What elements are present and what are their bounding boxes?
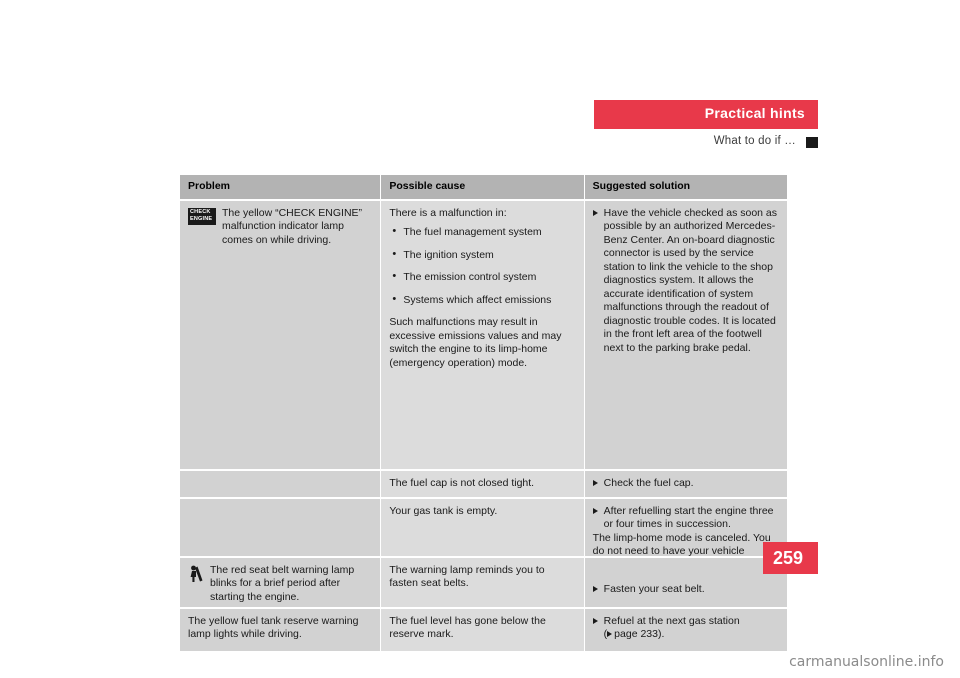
column-header-suggested-solution: Suggested solution [584,175,787,199]
problem-cell [180,498,381,556]
manual-page: Practical hints What to do if … Problem … [0,0,960,678]
cause-cell: Your gas tank is empty. [381,498,584,556]
page-number-banner: 259 [763,542,818,574]
section-marker-icon [806,137,818,148]
table-row: The fuel cap is not closed tight. Check … [180,470,787,497]
solution-main-text: Refuel at the next gas station [603,614,740,627]
column-header-possible-cause: Possible cause [381,175,584,199]
solution-cell: Fasten your seat belt. [584,557,787,607]
check-engine-icon-line2: ENGINE [190,215,213,222]
problem-cell: CHECK ENGINE The yellow “CHECK ENGINE” m… [180,200,381,469]
cause-text: The warning lamp reminds you to fasten s… [389,563,545,590]
solution-text: Refuel at the next gas station (page 233… [592,614,779,642]
list-item: Systems which affect emissions [392,293,575,308]
column-header-problem: Problem [180,175,381,199]
cause-note: Such malfunctions may result in excessiv… [389,316,562,369]
solution-cell: Check the fuel cap. [584,470,787,497]
header-banner: Practical hints [594,100,818,129]
cause-cell: The fuel level has gone below the reserv… [381,608,584,651]
cause-cell: The fuel cap is not closed tight. [381,470,584,497]
cause-text: The fuel level has gone below the reserv… [389,614,546,641]
cause-text: Your gas tank is empty. [389,504,498,517]
problem-cell: The yellow fuel tank reserve warning lam… [180,608,381,651]
seatbelt-icon [188,564,204,605]
problem-text: The yellow “CHECK ENGINE” malfunction in… [222,206,363,246]
problem-text: The yellow fuel tank reserve warning lam… [188,614,359,641]
solution-cell: After refuelling start the engine three … [584,498,787,571]
reference-arrow-icon [607,631,613,638]
cause-cell: The warning lamp reminds you to fasten s… [381,557,584,607]
list-item: The emission control system [392,270,575,285]
page-reference: (page 233). [603,628,665,640]
problem-cell [180,470,381,497]
table-row: The yellow fuel tank reserve warning lam… [180,608,787,651]
solution-text: Check the fuel cap. [592,477,779,491]
table-row: Your gas tank is empty. After refuelling… [180,498,787,571]
solution-text: After refuelling start the engine three … [592,505,779,532]
check-engine-icon: CHECK ENGINE [188,207,216,248]
problem-cell: The red seat belt warning lamp blinks fo… [180,557,381,607]
table-header-row: Problem Possible cause Suggested solutio… [180,175,787,199]
section-subtitle-row: What to do if … [594,135,818,151]
solution-text: Fasten your seat belt. [592,583,779,597]
check-engine-icon-line1: CHECK [190,208,211,215]
solution-cell: Have the vehicle checked as soon as poss… [584,200,787,469]
cause-intro: There is a malfunction in: [389,206,507,219]
solution-text: Have the vehicle checked as soon as poss… [592,207,779,356]
page-title: Practical hints [704,105,805,121]
list-item: The ignition system [392,248,575,263]
problem-text: The red seat belt warning lamp blinks fo… [210,563,355,603]
solution-cell: Refuel at the next gas station (page 233… [584,608,787,651]
troubleshooting-table: Problem Possible cause Suggested solutio… [180,175,787,653]
cause-text: The fuel cap is not closed tight. [389,476,535,489]
table-row: CHECK ENGINE The yellow “CHECK ENGINE” m… [180,200,787,469]
cause-cell: There is a malfunction in: The fuel mana… [381,200,584,469]
page-number: 259 [773,548,804,568]
cause-bullet-list: The fuel management system The ignition … [389,225,575,308]
site-watermark: carmanualsonline.info [789,654,944,670]
section-subtitle: What to do if … [713,135,796,147]
table-row: The red seat belt warning lamp blinks fo… [180,557,787,607]
list-item: The fuel management system [392,225,575,240]
